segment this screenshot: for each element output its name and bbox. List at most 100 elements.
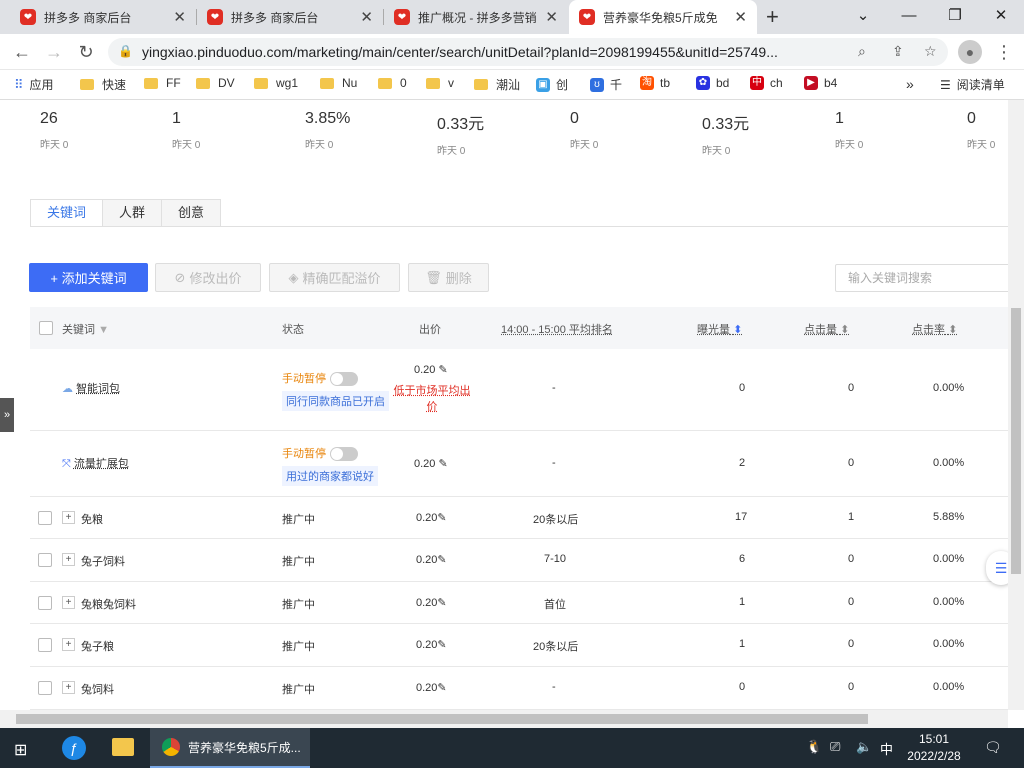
header-impressions[interactable]: 曝光量 ⬍ xyxy=(697,321,742,337)
row-checkbox[interactable] xyxy=(38,681,52,695)
bid-cell[interactable]: 0.20✎ xyxy=(416,553,447,566)
browser-tab-4-active[interactable]: ❤ 营养豪华免粮5斤成免 ✕ xyxy=(569,0,757,34)
notification-icon[interactable]: 🗨 xyxy=(984,739,1002,756)
bookmark-apps[interactable]: ⠿ 应用 xyxy=(14,76,54,93)
volume-icon[interactable]: 🔈 xyxy=(856,739,872,755)
clock[interactable]: 15:01 2022/2/28 xyxy=(906,731,962,765)
bookmark-link[interactable]: ▣ 创 xyxy=(536,76,568,93)
address-bar[interactable]: 🔒 yingxiao.pinduoduo.com/marketing/main/… xyxy=(108,38,948,66)
vertical-scrollbar[interactable] xyxy=(1008,100,1024,710)
edit-icon[interactable]: ✎ xyxy=(437,597,446,609)
network-icon[interactable]: ⎚ xyxy=(830,739,840,755)
add-keyword-button[interactable]: + 添加关键词 xyxy=(29,263,148,292)
exact-match-premium-button[interactable]: ◈ 精确匹配溢价 xyxy=(269,263,400,292)
bookmark-folder[interactable]: DV xyxy=(196,76,235,90)
file-explorer-icon[interactable] xyxy=(112,738,134,756)
bid-cell[interactable]: 0.20 ✎ xyxy=(414,363,448,376)
bid-cell[interactable]: 0.20✎ xyxy=(416,596,447,609)
bookmark-link[interactable]: 中 ch xyxy=(750,76,783,90)
select-all-checkbox[interactable] xyxy=(39,321,53,335)
edit-icon[interactable]: ✎ xyxy=(438,364,447,376)
menu-icon[interactable]: ⋮ xyxy=(992,40,1016,64)
more-bookmarks-button[interactable]: » xyxy=(906,76,914,92)
reading-list-button[interactable]: ☰ 阅读清单 xyxy=(940,76,1005,93)
bookmark-folder[interactable]: 潮汕 xyxy=(474,76,520,93)
edit-icon[interactable]: ✎ xyxy=(437,512,446,524)
restore-icon[interactable]: ❐ xyxy=(932,0,978,30)
zoom-icon[interactable]: ⌕ xyxy=(858,43,866,60)
row-checkbox[interactable] xyxy=(38,638,52,652)
expand-row-icon[interactable]: + xyxy=(62,681,75,694)
browser-tab-2[interactable]: ❤ 拼多多 商家后台 ✕ xyxy=(197,0,383,34)
expand-row-icon[interactable]: + xyxy=(62,596,75,609)
bid-cell[interactable]: 0.20✎ xyxy=(416,681,447,694)
keyword-search-input[interactable]: 输入关键词搜索 xyxy=(835,264,1008,292)
expand-row-icon[interactable]: + xyxy=(62,511,75,524)
bookmark-folder[interactable]: wg1 xyxy=(254,76,298,90)
qq-icon[interactable]: 🐧 xyxy=(806,739,822,755)
tab-creative[interactable]: 创意 xyxy=(162,199,222,227)
browser-tab-3[interactable]: ❤ 推广概况 - 拼多多营销 ✕ xyxy=(384,0,568,34)
forward-icon[interactable]: → xyxy=(42,40,66,64)
edit-icon[interactable]: ✎ xyxy=(437,554,446,566)
sort-icon[interactable]: ⬍ xyxy=(948,324,957,336)
tab-audience[interactable]: 人群 xyxy=(103,199,163,227)
bid-cell[interactable]: 0.20✎ xyxy=(416,511,447,524)
minimize-icon[interactable]: — xyxy=(886,0,932,30)
bookmark-folder[interactable]: 0 xyxy=(378,76,407,90)
reload-icon[interactable]: ↻ xyxy=(74,40,98,64)
bookmark-folder[interactable]: FF xyxy=(144,76,181,90)
keyword-cell[interactable]: ⤧ 流量扩展包 xyxy=(62,455,129,471)
tab-search-icon[interactable]: ⌄ xyxy=(840,0,886,30)
bookmark-link[interactable]: ▶ b4 xyxy=(804,76,837,90)
close-tab-icon[interactable]: ✕ xyxy=(360,8,373,26)
share-icon[interactable]: ⇪ xyxy=(892,43,904,60)
profile-avatar[interactable]: ● xyxy=(958,40,982,64)
header-clicks[interactable]: 点击量 ⬍ xyxy=(804,321,849,337)
edit-bid-button[interactable]: ⊘ 修改出价 xyxy=(155,263,261,292)
filter-icon[interactable]: ▼ xyxy=(98,324,109,336)
header-ctr[interactable]: 点击率 ⬍ xyxy=(912,321,957,337)
app-f-icon[interactable]: ƒ xyxy=(62,736,86,760)
expand-row-icon[interactable]: + xyxy=(62,638,75,651)
bid-cell[interactable]: 0.20 ✎ xyxy=(414,457,448,470)
taskbar-chrome-app[interactable]: 营养豪华免粮5斤成... xyxy=(150,728,310,768)
ime-indicator[interactable]: 中 xyxy=(880,739,893,758)
sidebar-expand-icon[interactable]: » xyxy=(0,398,14,432)
edit-icon[interactable]: ✎ xyxy=(438,458,447,470)
bookmark-link[interactable]: ʊ千 xyxy=(590,76,622,93)
close-tab-icon[interactable]: ✕ xyxy=(734,8,747,26)
bookmark-folder[interactable]: 快速 xyxy=(80,76,126,93)
status-toggle[interactable] xyxy=(330,447,358,462)
bookmark-link[interactable]: ✿ bd xyxy=(696,76,729,90)
bookmark-star-icon[interactable]: ☆ xyxy=(924,43,937,60)
row-checkbox[interactable] xyxy=(38,596,52,610)
status-toggle[interactable] xyxy=(330,372,358,387)
sort-icon[interactable]: ⬍ xyxy=(733,324,742,336)
bookmark-folder[interactable]: v xyxy=(426,76,454,90)
close-tab-icon[interactable]: ✕ xyxy=(173,8,186,26)
bookmark-link[interactable]: 淘 tb xyxy=(640,76,670,90)
delete-button[interactable]: 🗑 删除 xyxy=(408,263,489,292)
new-tab-icon[interactable]: + xyxy=(766,4,779,30)
horizontal-scrollbar[interactable] xyxy=(0,710,1008,728)
keyword-cell[interactable]: ☁ 智能词包 xyxy=(62,380,120,396)
tab-keywords[interactable]: 关键词 xyxy=(30,199,104,227)
window-close-icon[interactable]: ✕ xyxy=(978,0,1024,30)
horizontal-scroll-thumb[interactable] xyxy=(16,714,868,724)
header-keyword[interactable]: 关键词 ▼ xyxy=(62,321,109,337)
url-text[interactable]: yingxiao.pinduoduo.com/marketing/main/ce… xyxy=(142,44,862,60)
bid-cell[interactable]: 0.20✎ xyxy=(416,638,447,651)
sort-icon[interactable]: ⬍ xyxy=(840,324,849,336)
browser-tab-1[interactable]: ❤ 拼多多 商家后台 ✕ xyxy=(10,0,196,34)
windows-start-icon[interactable]: ⊞ xyxy=(14,740,27,760)
edit-icon[interactable]: ✎ xyxy=(437,639,446,651)
row-checkbox[interactable] xyxy=(38,511,52,525)
row-checkbox[interactable] xyxy=(38,553,52,567)
edit-icon[interactable]: ✎ xyxy=(437,682,446,694)
expand-row-icon[interactable]: + xyxy=(62,553,75,566)
vertical-scroll-thumb[interactable] xyxy=(1011,308,1021,574)
bookmark-folder[interactable]: Nu xyxy=(320,76,357,90)
back-icon[interactable]: ← xyxy=(10,40,34,64)
close-tab-icon[interactable]: ✕ xyxy=(545,8,558,26)
